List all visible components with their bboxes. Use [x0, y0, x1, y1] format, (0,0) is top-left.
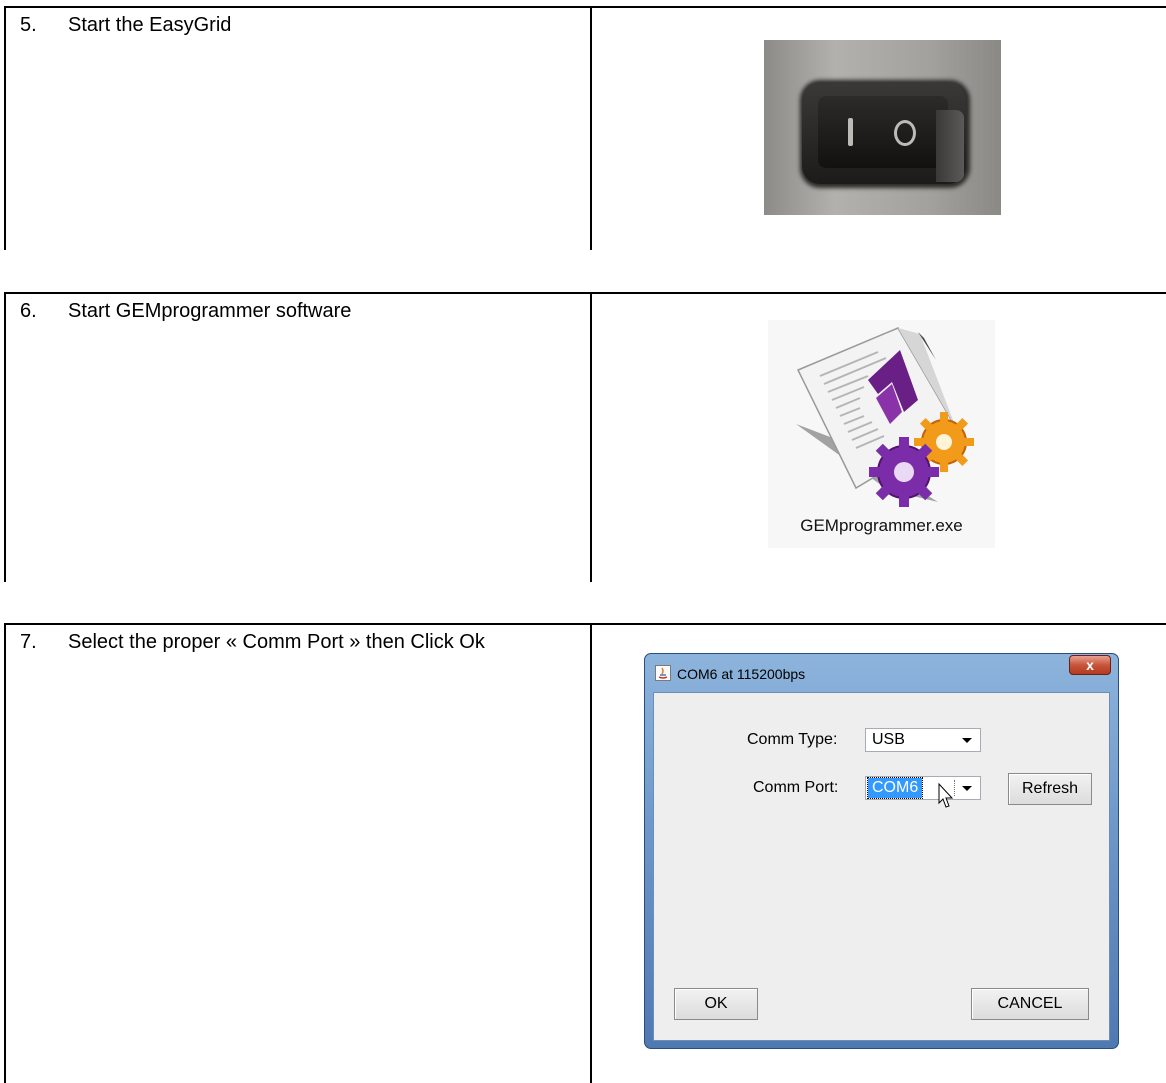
- refresh-button[interactable]: Refresh: [1008, 773, 1092, 805]
- chevron-down-icon: [962, 786, 972, 791]
- file-name-label: GEMprogrammer.exe: [800, 516, 963, 535]
- gemprogrammer-file-icon[interactable]: GEMprogrammer.exe: [768, 320, 995, 548]
- step-6-instruction: 6. Start GEMprogrammer software: [20, 300, 351, 323]
- on-mark-icon: [848, 118, 853, 146]
- step-text: Start the EasyGrid: [68, 14, 232, 36]
- step-7-instruction: 7. Select the proper « Comm Port » then C…: [20, 631, 485, 654]
- java-icon: [655, 665, 671, 681]
- comm-type-value: USB: [872, 731, 905, 748]
- comm-port-value: COM6: [866, 777, 924, 799]
- step-7-text-cell: 7. Select the proper « Comm Port » then C…: [6, 625, 592, 1083]
- close-icon: x: [1086, 657, 1094, 673]
- comm-type-select[interactable]: USB: [865, 728, 981, 752]
- rocker-switch: [802, 82, 966, 184]
- comm-port-select[interactable]: COM6: [865, 776, 981, 800]
- gemprogrammer-app-icon: [796, 327, 974, 507]
- step-number: 7.: [20, 631, 37, 653]
- dialog-title: COM6 at 115200bps: [677, 666, 806, 682]
- step-5-instruction: 5. Start the EasyGrid: [20, 14, 231, 37]
- step-text: Start GEMprogrammer software: [68, 300, 352, 322]
- power-switch-photo: [764, 40, 1001, 215]
- mouse-cursor-icon: [938, 783, 954, 808]
- comm-settings-dialog: COM6 at 115200bps x Comm Type: USB Comm …: [644, 653, 1119, 1049]
- comm-port-label: Comm Port:: [753, 779, 839, 796]
- comm-type-label: Comm Type:: [747, 731, 838, 748]
- dialog-content: Comm Type: USB Comm Port: COM6 Refresh O…: [653, 692, 1110, 1041]
- off-mark-icon: [894, 120, 916, 146]
- cancel-button[interactable]: CANCEL: [971, 988, 1089, 1020]
- step-number: 6.: [20, 300, 37, 322]
- step-number: 5.: [20, 14, 37, 36]
- close-button[interactable]: x: [1069, 655, 1111, 675]
- step-6-text-cell: 6. Start GEMprogrammer software: [6, 294, 592, 582]
- ok-button[interactable]: OK: [674, 988, 758, 1020]
- step-text: Select the proper « Comm Port » then Cli…: [68, 631, 485, 653]
- chevron-down-icon: [962, 738, 972, 743]
- dialog-titlebar[interactable]: COM6 at 115200bps x: [645, 654, 1118, 692]
- step-5-text-cell: 5. Start the EasyGrid: [6, 8, 592, 250]
